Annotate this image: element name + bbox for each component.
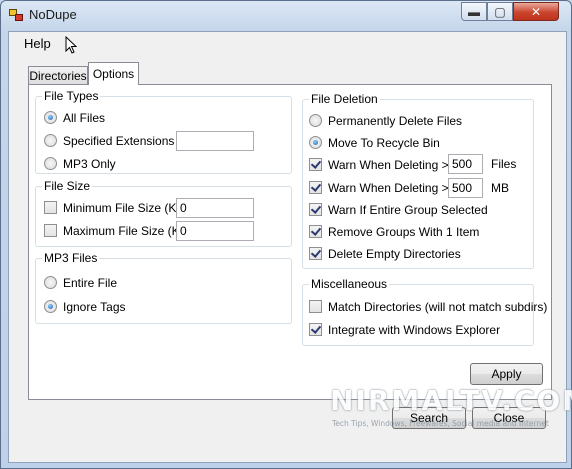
radio-all-files-label: All Files bbox=[63, 111, 106, 125]
menu-bar: Help bbox=[9, 32, 566, 54]
file-types-title: File Types bbox=[42, 89, 101, 103]
checkbox-maximum-file-size-box[interactable] bbox=[44, 224, 57, 237]
mouse-cursor-icon bbox=[65, 36, 77, 54]
maximize-button[interactable]: ▢ bbox=[487, 2, 513, 21]
warn-files-input[interactable]: 500 bbox=[448, 154, 483, 174]
extensions-input[interactable] bbox=[176, 131, 254, 151]
checkbox-match-directories-label: Match Directories (will not match subdir… bbox=[328, 300, 548, 314]
radio-ignore-tags-indicator[interactable] bbox=[44, 300, 57, 313]
maximize-icon: ▢ bbox=[494, 5, 506, 19]
tab-options[interactable]: Options bbox=[88, 62, 139, 85]
close-icon: ✕ bbox=[530, 5, 542, 19]
group-file-deletion: File Deletion Permanently Delete Files M… bbox=[302, 92, 534, 269]
file-deletion-title: File Deletion bbox=[309, 92, 380, 106]
checkbox-warn-mb-box[interactable] bbox=[309, 181, 322, 194]
watermark-brand: NIRMALTV.COM bbox=[330, 384, 572, 417]
radio-permanently-delete-label: Permanently Delete Files bbox=[328, 114, 463, 128]
app-window: NoDupe ▬ ▢ ✕ Help Directories Options Fi… bbox=[0, 0, 572, 469]
checkbox-integrate-explorer-label: Integrate with Windows Explorer bbox=[328, 323, 501, 337]
group-mp3-files: MP3 Files Entire File Ignore Tags bbox=[35, 251, 292, 324]
window-title: NoDupe bbox=[29, 7, 77, 22]
checkbox-remove-groups-label: Remove Groups With 1 Item bbox=[328, 225, 480, 239]
checkbox-warn-entire-group-label: Warn If Entire Group Selected bbox=[328, 203, 488, 217]
radio-mp3-only-indicator[interactable] bbox=[44, 157, 57, 170]
checkbox-remove-groups-box[interactable] bbox=[309, 225, 322, 238]
group-file-size: File Size Minimum File Size (KB) 0 Maxim… bbox=[35, 179, 292, 247]
watermark: NIRMALTV.COM Tech Tips, Windows, Freewar… bbox=[328, 384, 572, 436]
radio-move-to-recycle-label: Move To Recycle Bin bbox=[328, 136, 440, 150]
mp3-files-title: MP3 Files bbox=[42, 251, 100, 265]
checkbox-warn-files-box[interactable] bbox=[309, 158, 322, 171]
radio-ignore-tags-label: Ignore Tags bbox=[63, 300, 126, 314]
minimize-button[interactable]: ▬ bbox=[461, 2, 487, 21]
radio-specified-extensions-indicator[interactable] bbox=[44, 134, 57, 147]
checkbox-minimum-file-size-label: Minimum File Size (KB) bbox=[63, 201, 189, 215]
checkbox-minimum-file-size-box[interactable] bbox=[44, 201, 57, 214]
warn-mb-input[interactable]: 500 bbox=[448, 178, 483, 198]
app-icon bbox=[9, 9, 23, 21]
minimize-icon: ▬ bbox=[468, 5, 480, 19]
title-bar[interactable]: NoDupe ▬ ▢ ✕ bbox=[1, 1, 571, 29]
checkbox-delete-empty-dirs-label: Delete Empty Directories bbox=[328, 247, 461, 261]
radio-entire-file-indicator[interactable] bbox=[44, 276, 57, 289]
options-panel: File Types All Files Specified Extension… bbox=[28, 84, 552, 400]
radio-specified-extensions-label: Specified Extensions bbox=[63, 134, 175, 148]
checkbox-integrate-explorer-box[interactable] bbox=[309, 323, 322, 336]
checkbox-match-directories-box[interactable] bbox=[309, 300, 322, 313]
checkbox-warn-mb-label: Warn When Deleting > bbox=[328, 181, 449, 195]
checkbox-warn-entire-group-box[interactable] bbox=[309, 203, 322, 216]
group-file-types: File Types All Files Specified Extension… bbox=[35, 89, 292, 174]
warn-mb-unit: MB bbox=[491, 181, 509, 195]
close-window-button[interactable]: ✕ bbox=[513, 2, 559, 21]
radio-permanently-delete-indicator[interactable] bbox=[309, 114, 322, 127]
group-miscellaneous: Miscellaneous Match Directories (will no… bbox=[302, 277, 547, 346]
checkbox-delete-empty-dirs-box[interactable] bbox=[309, 247, 322, 260]
file-size-title: File Size bbox=[42, 179, 93, 193]
minimum-file-size-input[interactable]: 0 bbox=[176, 198, 254, 218]
radio-mp3-only-label: MP3 Only bbox=[63, 157, 116, 171]
radio-all-files-indicator[interactable] bbox=[44, 111, 57, 124]
radio-entire-file-label: Entire File bbox=[63, 276, 118, 290]
checkbox-warn-files-label: Warn When Deleting > bbox=[328, 158, 449, 172]
miscellaneous-title: Miscellaneous bbox=[309, 277, 390, 291]
warn-files-unit: Files bbox=[491, 157, 517, 171]
checkbox-maximum-file-size-label: Maximum File Size (KB) bbox=[63, 224, 192, 238]
tab-directories[interactable]: Directories bbox=[28, 66, 88, 85]
watermark-tagline: Tech Tips, Windows, Freewares, Social me… bbox=[332, 419, 549, 428]
radio-move-to-recycle-indicator[interactable] bbox=[309, 136, 322, 149]
apply-button[interactable]: Apply bbox=[470, 363, 543, 385]
maximum-file-size-input[interactable]: 0 bbox=[176, 221, 254, 241]
menu-help[interactable]: Help bbox=[24, 36, 51, 51]
